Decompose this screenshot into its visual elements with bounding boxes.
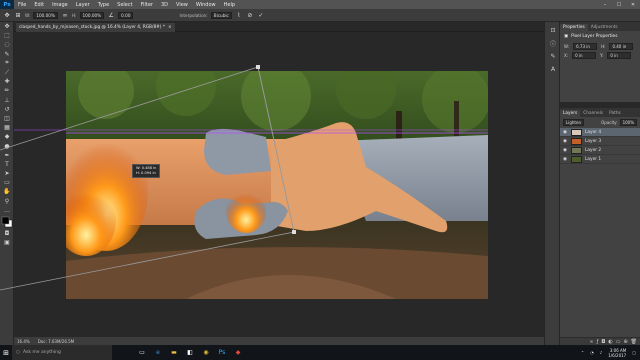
brush-panel-icon[interactable]: ✎	[546, 51, 560, 61]
layer-thumbnail	[571, 146, 582, 154]
fx-icon[interactable]: ƒ	[597, 339, 599, 345]
layer-name: Layer 4	[585, 129, 602, 135]
link-layers-icon[interactable]: ∞	[589, 339, 593, 345]
layer-name: Layer 1	[585, 156, 602, 162]
layers-footer: ∞ ƒ ◘ ◐ ▭ ⊕ 🗑	[560, 337, 640, 345]
collapsed-panels-dock: ⊡ ⓘ ✎ A	[544, 22, 560, 345]
layers-controls: Lighten Opacity: 100%	[560, 117, 640, 128]
properties-title: Pixel Layer Properties	[571, 34, 618, 39]
properties-wh-row: W: 6.73 in H: 0.40 in	[560, 42, 640, 51]
layer-name: Layer 2	[585, 147, 602, 153]
mask-icon[interactable]: ◘	[601, 339, 605, 345]
prop-x-label: X:	[564, 53, 569, 58]
task-view-icon[interactable]: ▭	[136, 347, 148, 359]
visibility-eye-icon[interactable]: ◉	[563, 130, 568, 135]
layer-name: Layer 3	[585, 138, 602, 144]
search-placeholder: Ask me anything	[22, 350, 61, 355]
tab-properties[interactable]: Properties	[560, 24, 588, 31]
zoom-level[interactable]: 16.4%	[17, 339, 30, 344]
microphone-icon: ○	[16, 350, 20, 355]
visibility-eye-icon[interactable]: ◉	[563, 139, 568, 144]
store-icon[interactable]: ◧	[184, 347, 196, 359]
pixel-layer-icon: ▣	[564, 34, 569, 39]
layer-row[interactable]: ◉ Layer 1	[560, 155, 640, 164]
cortana-search[interactable]: ○ Ask me anything	[12, 345, 112, 360]
tab-adjustments[interactable]: Adjustments	[588, 24, 621, 31]
layer-row[interactable]: ◉ Layer 2	[560, 146, 640, 155]
prop-h-label: H:	[601, 44, 606, 49]
pinned-apps: ▭ e ▬ ◧ ◉ Ps ◆	[136, 347, 244, 359]
trash-icon[interactable]: 🗑	[631, 339, 637, 345]
new-layer-icon[interactable]: ⊕	[623, 339, 627, 345]
prop-x-input[interactable]: 0 in	[572, 52, 597, 59]
blend-mode-select[interactable]: Lighten	[563, 119, 584, 126]
layers-panel: Layers Channels Paths Lighten Opacity: 1…	[560, 108, 640, 345]
transform-tooltip: W: 0.488 in H: 0.094 in	[132, 164, 161, 178]
windows-taskbar: ⊞ ○ Ask me anything ▭ e ▬ ◧ ◉ Ps ◆ ⌃ ◔ ♪…	[0, 345, 640, 360]
layers-tabs: Layers Channels Paths	[560, 108, 640, 117]
layer-row[interactable]: ◉ Layer 4	[560, 128, 640, 137]
chrome-icon[interactable]: ◉	[200, 347, 212, 359]
layer-row[interactable]: ◉ Layer 3	[560, 137, 640, 146]
network-icon[interactable]: ◔	[590, 350, 594, 355]
file-explorer-icon[interactable]: ▬	[168, 347, 180, 359]
photoshop-taskbar-icon[interactable]: Ps	[216, 347, 228, 359]
prop-y-label: Y:	[600, 53, 604, 58]
properties-panel: Properties Adjustments ▣ Pixel Layer Pro…	[560, 22, 640, 102]
visibility-eye-icon[interactable]: ◉	[563, 157, 568, 162]
layer-thumbnail	[571, 155, 582, 163]
visibility-eye-icon[interactable]: ◉	[563, 148, 568, 153]
properties-tabs: Properties Adjustments	[560, 22, 640, 31]
clock-time: 3:06 AM	[609, 347, 627, 353]
clock[interactable]: 3:06 AM 1/6/2017	[608, 348, 626, 358]
notifications-up-icon[interactable]: ⌃	[581, 350, 584, 355]
prop-y-input[interactable]: 0 in	[607, 52, 632, 59]
tab-channels[interactable]: Channels	[580, 110, 606, 117]
volume-icon[interactable]: ♪	[600, 350, 603, 355]
app-icon[interactable]: ◆	[232, 347, 244, 359]
opacity-input[interactable]: 100%	[619, 119, 637, 126]
system-tray: ⌃ ◔ ♪ 3:06 AM 1/6/2017 ▢	[581, 345, 636, 360]
adjustment-icon[interactable]: ◐	[608, 339, 612, 345]
character-panel-icon[interactable]: A	[546, 64, 560, 74]
layer-thumbnail	[571, 137, 582, 145]
edge-icon[interactable]: e	[152, 347, 164, 359]
clock-date: 1/6/2017	[608, 352, 627, 358]
tab-paths[interactable]: Paths	[606, 110, 624, 117]
prop-w-label: W:	[564, 44, 570, 49]
opacity-label: Opacity:	[601, 120, 618, 125]
folder-icon[interactable]: ▭	[616, 339, 621, 345]
prop-w-input[interactable]: 6.73 in	[573, 43, 598, 50]
properties-xy-row: X: 0 in Y: 0 in	[560, 51, 640, 60]
prop-h-input[interactable]: 0.40 in	[609, 43, 634, 50]
tooltip-height: H: 0.094 in	[136, 171, 156, 175]
info-panel-icon[interactable]: ⓘ	[546, 38, 560, 48]
doc-size: Doc: 7.03M/26.5M	[37, 338, 75, 344]
windows-start-icon[interactable]: ⊞	[0, 345, 12, 360]
status-bar: 16.4% Doc: 7.03M/26.5M	[14, 337, 544, 345]
history-panel-icon[interactable]: ⊡	[546, 25, 560, 35]
properties-header: ▣ Pixel Layer Properties	[560, 31, 640, 42]
layer-thumbnail	[571, 128, 582, 136]
tab-layers[interactable]: Layers	[560, 110, 581, 117]
action-center-icon[interactable]: ▢	[632, 350, 636, 355]
